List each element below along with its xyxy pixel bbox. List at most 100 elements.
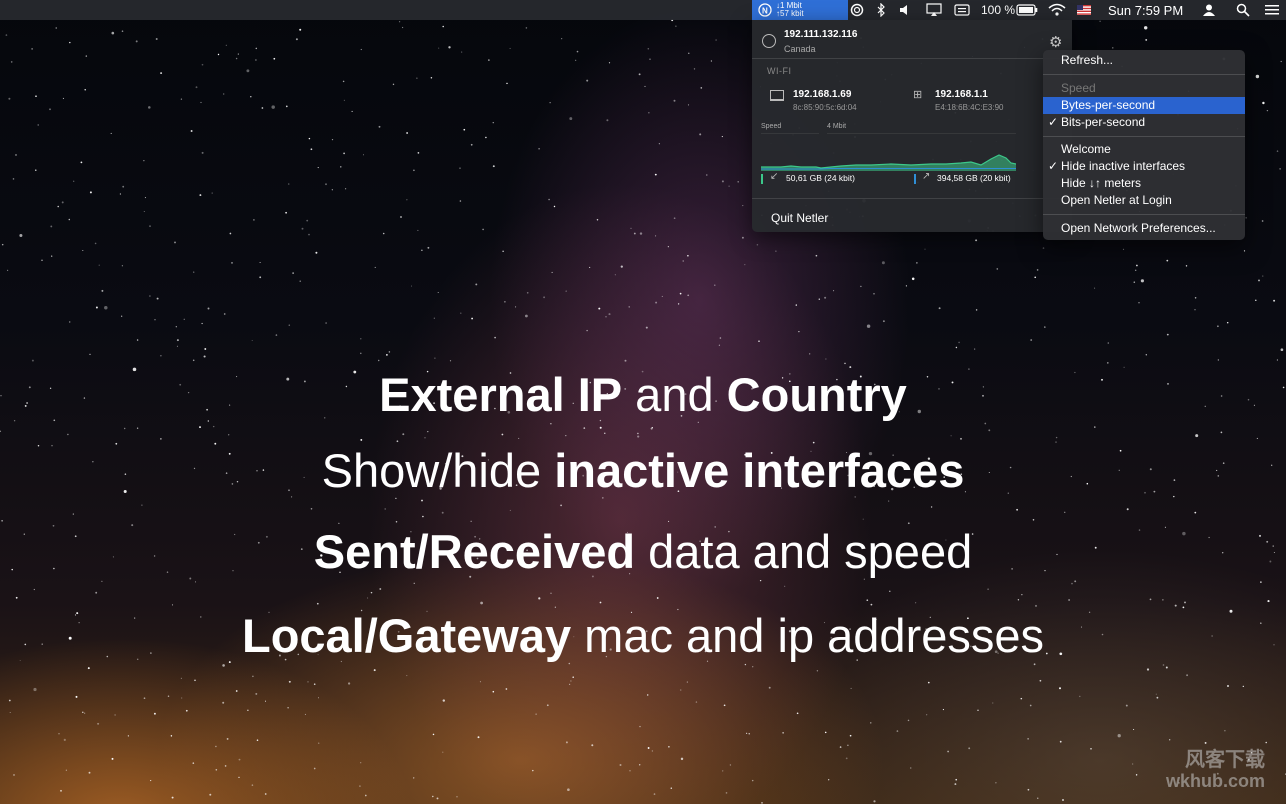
star — [629, 770, 631, 772]
star — [896, 730, 899, 732]
star — [1079, 695, 1081, 698]
star — [252, 675, 254, 678]
star — [459, 200, 462, 202]
star — [633, 232, 636, 235]
menu-item-open-network-prefs[interactable]: Open Network Preferences... — [1043, 220, 1245, 237]
spotlight-icon[interactable] — [1236, 0, 1250, 20]
star — [1262, 101, 1265, 105]
star — [1265, 741, 1267, 744]
volume-icon[interactable] — [898, 0, 912, 20]
star — [325, 322, 327, 324]
menu-item-bytes-per-second[interactable]: Bytes-per-second — [1043, 97, 1245, 114]
star — [235, 57, 238, 60]
star — [502, 250, 504, 252]
sent-indicator — [914, 174, 916, 184]
star — [8, 699, 11, 702]
star — [310, 148, 313, 151]
star — [470, 520, 472, 522]
star — [723, 704, 726, 707]
star — [72, 513, 74, 515]
star — [1245, 217, 1247, 219]
star — [301, 227, 304, 230]
star — [1140, 279, 1144, 283]
star — [135, 40, 138, 43]
star — [1027, 738, 1029, 740]
battery-icon[interactable] — [1016, 0, 1038, 20]
star — [176, 339, 179, 342]
star — [413, 777, 415, 779]
circle-icon[interactable] — [850, 0, 864, 20]
user-icon[interactable] — [1202, 0, 1216, 20]
star — [310, 508, 313, 510]
star — [395, 521, 398, 523]
star — [975, 309, 978, 311]
menu-item-label: Bytes-per-second — [1061, 98, 1156, 112]
star — [68, 321, 71, 323]
menu-item-label: Bits-per-second — [1061, 115, 1146, 129]
menu-item-label: Hide inactive interfaces — [1061, 159, 1186, 173]
star — [228, 434, 230, 436]
menu-divider — [1043, 136, 1245, 137]
star — [882, 320, 885, 323]
star — [199, 194, 202, 197]
star — [308, 137, 311, 140]
star — [360, 338, 362, 340]
star — [706, 174, 708, 176]
star — [714, 284, 716, 286]
menu-item-welcome[interactable]: Welcome — [1043, 141, 1245, 158]
star — [51, 255, 53, 257]
gear-icon[interactable]: ⚙ — [1049, 33, 1062, 51]
star — [373, 669, 376, 672]
star — [41, 259, 43, 261]
star — [1226, 321, 1229, 324]
star — [1162, 664, 1165, 666]
star — [586, 79, 589, 82]
star — [388, 351, 391, 353]
star — [62, 97, 64, 99]
star — [1255, 299, 1257, 302]
star — [670, 787, 673, 789]
star — [417, 152, 420, 154]
bluetooth-icon[interactable] — [876, 0, 886, 20]
star — [379, 588, 382, 590]
star — [525, 314, 528, 318]
star — [1059, 687, 1061, 690]
star — [1020, 697, 1023, 700]
notification-icon[interactable] — [1264, 0, 1280, 20]
menu-item-bits-per-second[interactable]: ✓ Bits-per-second — [1043, 114, 1245, 131]
star — [141, 504, 143, 506]
star — [599, 426, 602, 429]
star — [639, 725, 641, 728]
star — [501, 433, 504, 436]
star — [1021, 594, 1023, 596]
star — [174, 241, 176, 244]
star — [818, 298, 821, 300]
airplay-icon[interactable] — [926, 0, 942, 20]
quit-button[interactable]: Quit Netler — [771, 211, 828, 225]
keyboard-icon[interactable] — [954, 0, 970, 20]
star — [687, 294, 690, 297]
star — [746, 732, 748, 734]
star — [583, 427, 586, 429]
star — [686, 681, 688, 683]
star — [1220, 431, 1223, 434]
star — [992, 702, 994, 704]
menu-item-open-at-login[interactable]: Open Netler at Login — [1043, 192, 1245, 209]
menu-item-hide-inactive[interactable]: ✓ Hide inactive interfaces — [1043, 158, 1245, 175]
menu-item-hide-meters[interactable]: Hide ↓↑ meters — [1043, 175, 1245, 192]
star — [203, 355, 206, 358]
wifi-icon[interactable] — [1048, 0, 1066, 20]
clock[interactable]: Sun 7:59 PM — [1108, 0, 1183, 20]
flag-us-icon[interactable] — [1077, 0, 1091, 20]
netler-menubar-item[interactable]: N ↓1 Mbit ↑57 kbit — [752, 0, 848, 20]
star — [396, 440, 399, 443]
star — [947, 750, 949, 753]
divider — [752, 58, 1072, 59]
star — [668, 520, 670, 522]
star — [1106, 362, 1109, 364]
star — [494, 336, 496, 339]
star — [153, 712, 156, 715]
menu-item-refresh[interactable]: Refresh... — [1043, 52, 1245, 69]
battery-percent: 100 % — [981, 3, 1016, 17]
star — [1279, 168, 1281, 170]
